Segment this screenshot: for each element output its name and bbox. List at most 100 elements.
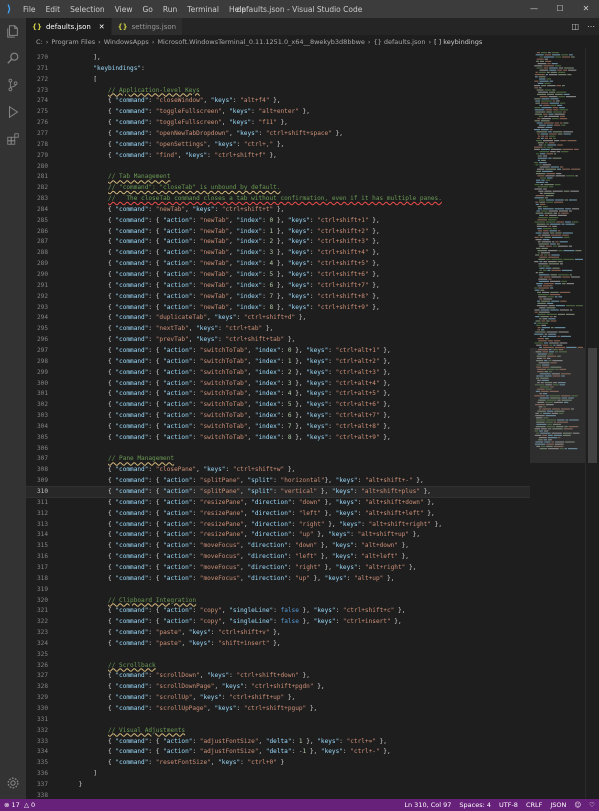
code-line[interactable]: 327 { "command": "scrollDown", "keys": "… xyxy=(26,671,530,681)
code-line[interactable]: 312 { "command": { "action": "resizePane… xyxy=(26,509,530,519)
vertical-scrollbar[interactable] xyxy=(585,48,599,799)
code-line[interactable]: 323 { "command": "paste", "keys": "ctrl+… xyxy=(26,628,530,638)
code-line[interactable]: 336 ] xyxy=(26,769,530,779)
code-line[interactable]: 316 { "command": { "action": "moveFocus"… xyxy=(26,552,530,562)
tab-settings-json[interactable]: {} settings.json xyxy=(111,18,184,35)
source-control-icon[interactable] xyxy=(0,72,26,98)
more-actions-icon[interactable]: ⋯ xyxy=(587,22,595,31)
code-line[interactable]: 308 { "command": "closePane", "keys": "c… xyxy=(26,465,530,475)
maximize-icon[interactable]: ☐ xyxy=(547,0,573,18)
breadcrumb-item[interactable]: [ ] keybindings xyxy=(434,38,482,46)
explorer-icon[interactable] xyxy=(0,18,26,44)
menu-terminal[interactable]: Terminal xyxy=(182,5,224,14)
code-line[interactable]: 294 { "command": "duplicateTab", "keys":… xyxy=(26,313,530,323)
code-line[interactable]: 281 // Tab Management xyxy=(26,172,530,182)
indentation[interactable]: Spaces: 4 xyxy=(459,801,491,809)
code-line[interactable]: 304 { "command": { "action": "switchToTa… xyxy=(26,422,530,432)
code-line[interactable]: 282 // "command": "closeTab" is unbound … xyxy=(26,183,530,193)
code-line[interactable]: 286 { "command": { "action": "newTab", "… xyxy=(26,227,530,237)
code-line[interactable]: 275 { "command": "toggleFullscreen", "ke… xyxy=(26,107,530,117)
menu-view[interactable]: View xyxy=(110,5,138,14)
code-line[interactable]: 279 { "command": "find", "keys": "ctrl+s… xyxy=(26,151,530,161)
menu-selection[interactable]: Selection xyxy=(65,5,110,14)
code-line[interactable]: 328 { "command": "scrollDownPage", "keys… xyxy=(26,682,530,692)
code-line[interactable]: 309 { "command": { "action": "splitPane"… xyxy=(26,476,530,486)
code-line[interactable]: 338 xyxy=(26,791,530,799)
extensions-icon[interactable] xyxy=(0,126,26,152)
code-line[interactable]: 337 } xyxy=(26,780,530,790)
code-editor[interactable]: 270 ], 271 "keybindings": 272 [273 // Appl… xyxy=(26,48,530,799)
code-line[interactable]: 299 { "command": { "action": "switchToTa… xyxy=(26,368,530,378)
code-line[interactable]: 288 { "command": { "action": "newTab", "… xyxy=(26,248,530,258)
code-line[interactable]: 293 { "command": { "action": "newTab", "… xyxy=(26,303,530,313)
code-line[interactable]: 306 xyxy=(26,444,530,454)
menu-file[interactable]: File xyxy=(18,5,41,14)
line-ending[interactable]: CRLF xyxy=(526,801,542,809)
encoding[interactable]: UTF-8 xyxy=(499,801,518,809)
code-line[interactable]: 291 { "command": { "action": "newTab", "… xyxy=(26,281,530,291)
close-icon[interactable]: ✕ xyxy=(573,0,599,18)
code-line[interactable]: 305 { "command": { "action": "switchToTa… xyxy=(26,433,530,443)
code-line[interactable]: 284 { "command": "newTab", "keys": "ctrl… xyxy=(26,205,530,215)
breadcrumb-item[interactable]: Program Files xyxy=(51,38,95,46)
run-debug-icon[interactable] xyxy=(0,99,26,125)
code-line[interactable]: 322 { "command": { "action": "copy", "si… xyxy=(26,617,530,627)
code-line[interactable]: 332 // Visual Adjustments xyxy=(26,726,530,736)
language-mode[interactable]: JSON xyxy=(550,801,566,809)
code-line[interactable]: 324 { "command": "paste", "keys": "shift… xyxy=(26,639,530,649)
code-line[interactable]: 283 // The closeTab command closes a tab… xyxy=(26,194,530,204)
code-line[interactable]: 298 { "command": { "action": "switchToTa… xyxy=(26,357,530,367)
menu-go[interactable]: Go xyxy=(137,5,157,14)
code-line[interactable]: 296 { "command": "prevTab", "keys": "ctr… xyxy=(26,335,530,345)
code-line[interactable]: 271 "keybindings": xyxy=(26,64,530,74)
code-line[interactable]: 314 { "command": { "action": "resizePane… xyxy=(26,530,530,540)
tab-defaults-json[interactable]: {} defaults.json ✕ xyxy=(26,18,112,35)
code-line[interactable]: 315 { "command": { "action": "moveFocus"… xyxy=(26,541,530,551)
code-line[interactable]: 270 ], xyxy=(26,53,530,63)
code-line[interactable]: 311 { "command": { "action": "resizePane… xyxy=(26,498,530,508)
code-line[interactable]: 313 { "command": { "action": "resizePane… xyxy=(26,520,530,530)
breadcrumb-item[interactable]: C: xyxy=(36,38,43,46)
code-line[interactable]: 329 { "command": "scrollUp", "keys": "ct… xyxy=(26,693,530,703)
code-line[interactable]: 319 xyxy=(26,585,530,595)
code-line[interactable]: 287 { "command": { "action": "newTab", "… xyxy=(26,237,530,247)
cursor-position[interactable]: Ln 310, Col 97 xyxy=(404,801,451,809)
code-line[interactable]: 335 { "command": "resetFontSize", "keys"… xyxy=(26,758,530,768)
code-line[interactable]: 295 { "command": "nextTab", "keys": "ctr… xyxy=(26,324,530,334)
code-line[interactable]: 326 // Scrollback xyxy=(26,661,530,671)
code-line[interactable]: 303 { "command": { "action": "switchToTa… xyxy=(26,411,530,421)
code-line[interactable]: 274 { "command": "closeWindow", "keys": … xyxy=(26,96,530,106)
code-line[interactable]: 278 { "command": "openSettings", "keys":… xyxy=(26,140,530,150)
code-line[interactable]: 310 { "command": { "action": "splitPane"… xyxy=(26,486,530,498)
breadcrumb-item[interactable]: WindowsApps xyxy=(104,38,149,46)
code-line[interactable]: 334 { "command": { "action": "adjustFont… xyxy=(26,747,530,757)
code-line[interactable]: 280 xyxy=(26,162,530,172)
notifications-bell-icon[interactable]: ♡ xyxy=(589,801,595,809)
minimap-viewport[interactable] xyxy=(530,348,585,463)
code-line[interactable]: 320 // Clipboard Integration xyxy=(26,596,530,606)
code-line[interactable]: 302 { "command": { "action": "switchToTa… xyxy=(26,400,530,410)
code-line[interactable]: 333 { "command": { "action": "adjustFont… xyxy=(26,737,530,747)
code-line[interactable]: 317 { "command": { "action": "moveFocus"… xyxy=(26,563,530,573)
code-line[interactable]: 297 { "command": { "action": "switchToTa… xyxy=(26,346,530,356)
manage-gear-icon[interactable] xyxy=(0,770,26,796)
code-line[interactable]: 277 { "command": "openNewTabDropdown", "… xyxy=(26,129,530,139)
problems-indicator[interactable]: ⊗ 17 △ 0 xyxy=(0,801,35,809)
code-line[interactable]: 289 { "command": { "action": "newTab", "… xyxy=(26,259,530,269)
scrollbar-thumb[interactable] xyxy=(588,348,597,463)
search-icon[interactable] xyxy=(0,45,26,71)
code-line[interactable]: 330 { "command": "scrollUpPage", "keys":… xyxy=(26,704,530,714)
minimap[interactable] xyxy=(530,48,585,799)
close-tab-icon[interactable]: ✕ xyxy=(99,23,105,31)
code-line[interactable]: 301 { "command": { "action": "switchToTa… xyxy=(26,389,530,399)
code-line[interactable]: 273 // Application-level Keys xyxy=(26,86,530,96)
code-line[interactable]: 292 { "command": { "action": "newTab", "… xyxy=(26,292,530,302)
menu-help[interactable]: Help xyxy=(224,5,251,14)
code-line[interactable]: 321 { "command": { "action": "copy", "si… xyxy=(26,606,530,616)
breadcrumb-item[interactable]: Microsoft.WindowsTerminal_0.11.1251.0_x6… xyxy=(157,38,364,46)
feedback-icon[interactable]: ☺ xyxy=(574,801,581,809)
minimize-icon[interactable]: — xyxy=(521,0,547,18)
code-line[interactable]: 318 { "command": { "action": "moveFocus"… xyxy=(26,574,530,584)
code-line[interactable]: 300 { "command": { "action": "switchToTa… xyxy=(26,379,530,389)
menu-edit[interactable]: Edit xyxy=(41,5,66,14)
